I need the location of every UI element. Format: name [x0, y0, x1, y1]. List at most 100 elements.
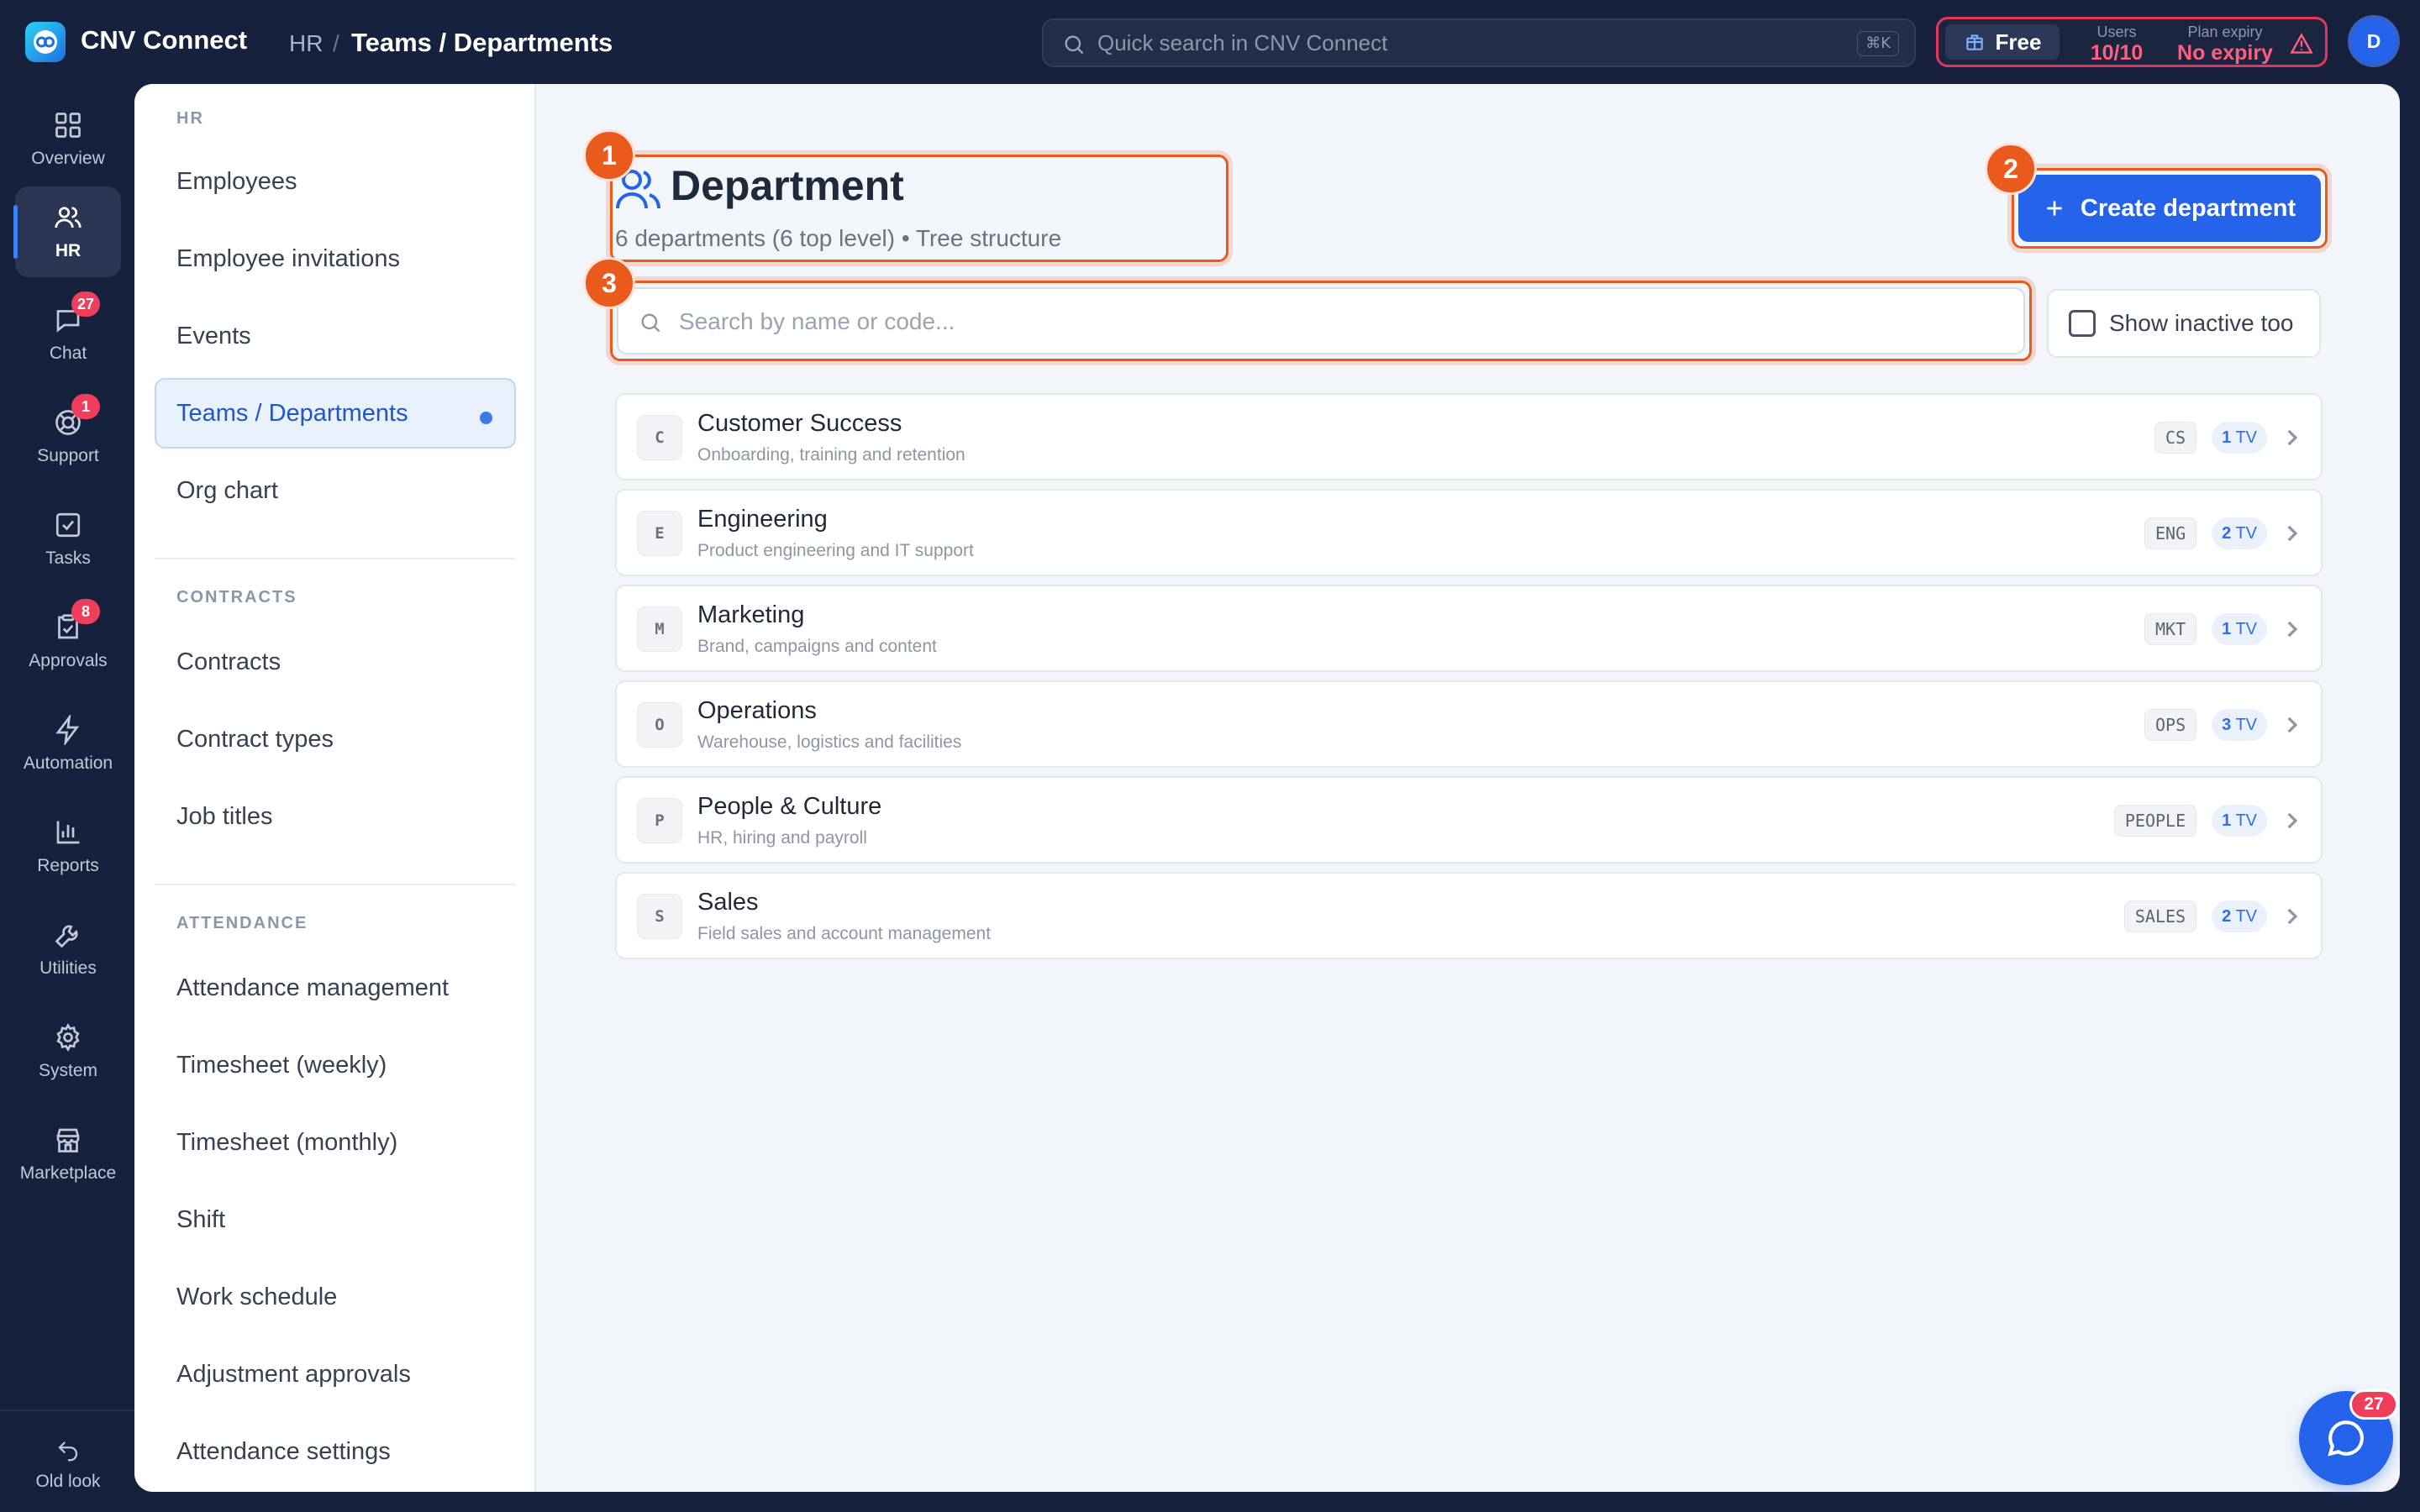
breadcrumb-section[interactable]: HR	[289, 30, 323, 57]
subnav-item-timesheet-monthly[interactable]: Timesheet (monthly)	[155, 1107, 516, 1178]
subnav-item-job-titles[interactable]: Job titles	[155, 781, 516, 852]
quick-search[interactable]: ⌘K	[1042, 18, 1916, 67]
rail-item-approvals[interactable]: 8 Approvals	[15, 596, 121, 687]
create-department-label: Create department	[2080, 194, 2296, 222]
chat-fab-badge: 27	[2349, 1389, 2398, 1420]
subnav-item-attendance-management[interactable]: Attendance management	[155, 953, 516, 1023]
show-inactive-toggle[interactable]: Show inactive too	[2047, 289, 2321, 358]
subnav-item-timesheet-weekly[interactable]: Timesheet (weekly)	[155, 1030, 516, 1100]
subnav-item-adjustment-approvals[interactable]: Adjustment approvals	[155, 1339, 516, 1410]
approvals-badge: 8	[71, 599, 100, 624]
department-row-people-culture[interactable]: P People & Culture HR, hiring and payrol…	[615, 776, 2323, 864]
step-marker-2: 2	[1985, 143, 2037, 195]
rail-label: Marketplace	[19, 1163, 117, 1183]
rail-label: Chat	[49, 344, 87, 363]
department-search-input[interactable]	[679, 306, 1990, 338]
rail-item-support[interactable]: 1 Support	[15, 391, 121, 482]
chevron-right-icon	[2287, 621, 2298, 638]
rail-label: Support	[37, 446, 99, 465]
plan-status[interactable]: Free Users 10/10 Plan expiry No expiry	[1936, 17, 2328, 67]
support-badge: 1	[71, 394, 100, 419]
member-count: 1	[2222, 428, 2232, 447]
app-name[interactable]: CNV Connect	[81, 25, 247, 55]
department-search[interactable]	[617, 287, 2025, 354]
department-row-customer-success[interactable]: C Customer Success Onboarding, training …	[615, 393, 2323, 480]
department-tags: PEOPLE 1 TV	[2113, 805, 2267, 837]
rail-label: Automation	[23, 753, 113, 773]
subnav-divider	[155, 558, 516, 559]
department-row-operations[interactable]: O Operations Warehouse, logistics and fa…	[615, 680, 2323, 768]
support-icon-wrap: 1	[53, 394, 100, 438]
subnav-item-employees[interactable]: Employees	[155, 146, 516, 217]
chevron-right-icon	[2287, 525, 2298, 542]
sub-navigation: HR Employees Employee invitations Events…	[134, 84, 536, 1492]
member-unit: TV	[2235, 716, 2257, 734]
member-count: 2	[2222, 907, 2232, 926]
avatar[interactable]: D	[2348, 15, 2400, 67]
member-unit: TV	[2235, 524, 2257, 543]
department-description: Onboarding, training and retention	[697, 445, 965, 465]
department-description: HR, hiring and payroll	[697, 828, 867, 848]
department-row-marketing[interactable]: M Marketing Brand, campaigns and content…	[615, 585, 2323, 672]
subnav-item-shift[interactable]: Shift	[155, 1184, 516, 1255]
department-description: Brand, campaigns and content	[697, 637, 937, 656]
department-name: Customer Success	[697, 410, 902, 437]
show-inactive-label: Show inactive too	[2109, 310, 2294, 336]
department-name: Engineering	[697, 506, 828, 533]
create-department-button[interactable]: Create department	[2018, 175, 2321, 242]
plan-free-badge[interactable]: Free	[1945, 24, 2060, 60]
subnav-item-org-chart[interactable]: Org chart	[155, 455, 516, 526]
department-code: PEOPLE	[2113, 805, 2197, 837]
chat-badge: 27	[71, 291, 100, 317]
rail-label: Reports	[37, 856, 99, 875]
show-inactive-checkbox[interactable]	[2069, 310, 2096, 337]
rail-item-system[interactable]: System	[15, 1006, 121, 1097]
plan-users-value: 10/10	[2090, 41, 2144, 65]
subnav-item-attendance-settings[interactable]: Attendance settings	[155, 1416, 516, 1487]
department-initial: P	[637, 798, 682, 843]
rail-item-marketplace[interactable]: Marketplace	[15, 1109, 121, 1200]
plan-name: Free	[1995, 29, 2042, 55]
department-tags: CS 1 TV	[2154, 422, 2267, 454]
member-count-badge: 1 TV	[2212, 422, 2267, 454]
chat-icon-wrap: 27	[53, 291, 100, 335]
subnav-item-contract-types[interactable]: Contract types	[155, 704, 516, 774]
department-initial: O	[637, 702, 682, 748]
member-unit: TV	[2235, 620, 2257, 638]
department-tags: SALES 2 TV	[2123, 900, 2267, 932]
chevron-right-icon	[2287, 717, 2298, 733]
warning-icon	[2290, 33, 2313, 54]
department-description: Warehouse, logistics and facilities	[697, 732, 962, 752]
subnav-item-teams-departments[interactable]: Teams / Departments	[155, 378, 516, 449]
rail-item-tasks[interactable]: Tasks	[15, 494, 121, 585]
department-row-sales[interactable]: S Sales Field sales and account manageme…	[615, 872, 2323, 959]
subnav-item-employee-invitations[interactable]: Employee invitations	[155, 223, 516, 294]
rail-item-automation[interactable]: Automation	[15, 699, 121, 790]
department-row-engineering[interactable]: E Engineering Product engineering and IT…	[615, 489, 2323, 576]
app-logo-icon[interactable]	[25, 22, 66, 62]
old-look-button[interactable]: Old look	[15, 1423, 121, 1507]
rail-item-chat[interactable]: 27 Chat	[15, 289, 121, 380]
undo-icon	[58, 1441, 78, 1462]
department-tags: ENG 2 TV	[2144, 517, 2267, 549]
search-icon	[641, 313, 660, 333]
step-marker-3: 3	[583, 257, 635, 309]
rail-item-overview[interactable]: Overview	[15, 94, 121, 185]
subnav-item-events[interactable]: Events	[155, 301, 516, 371]
subnav-item-work-schedule[interactable]: Work schedule	[155, 1262, 516, 1332]
member-count-badge: 2 TV	[2212, 517, 2267, 549]
department-description: Field sales and account management	[697, 924, 992, 943]
gift-icon	[1965, 34, 1983, 50]
department-initial: M	[637, 606, 682, 652]
rail-item-utilities[interactable]: Utilities	[15, 904, 121, 995]
subnav-item-contracts[interactable]: Contracts	[155, 627, 516, 697]
users-icon	[55, 207, 82, 228]
department-code: CS	[2154, 422, 2197, 454]
department-initial: C	[637, 415, 682, 460]
quick-search-input[interactable]	[1097, 27, 1786, 59]
plan-expiry: Plan expiry No expiry	[2170, 23, 2280, 65]
rail-item-reports[interactable]: Reports	[15, 801, 121, 892]
rail-item-hr[interactable]: HR	[13, 186, 121, 277]
subnav-divider	[155, 884, 516, 885]
active-indicator	[13, 205, 18, 259]
